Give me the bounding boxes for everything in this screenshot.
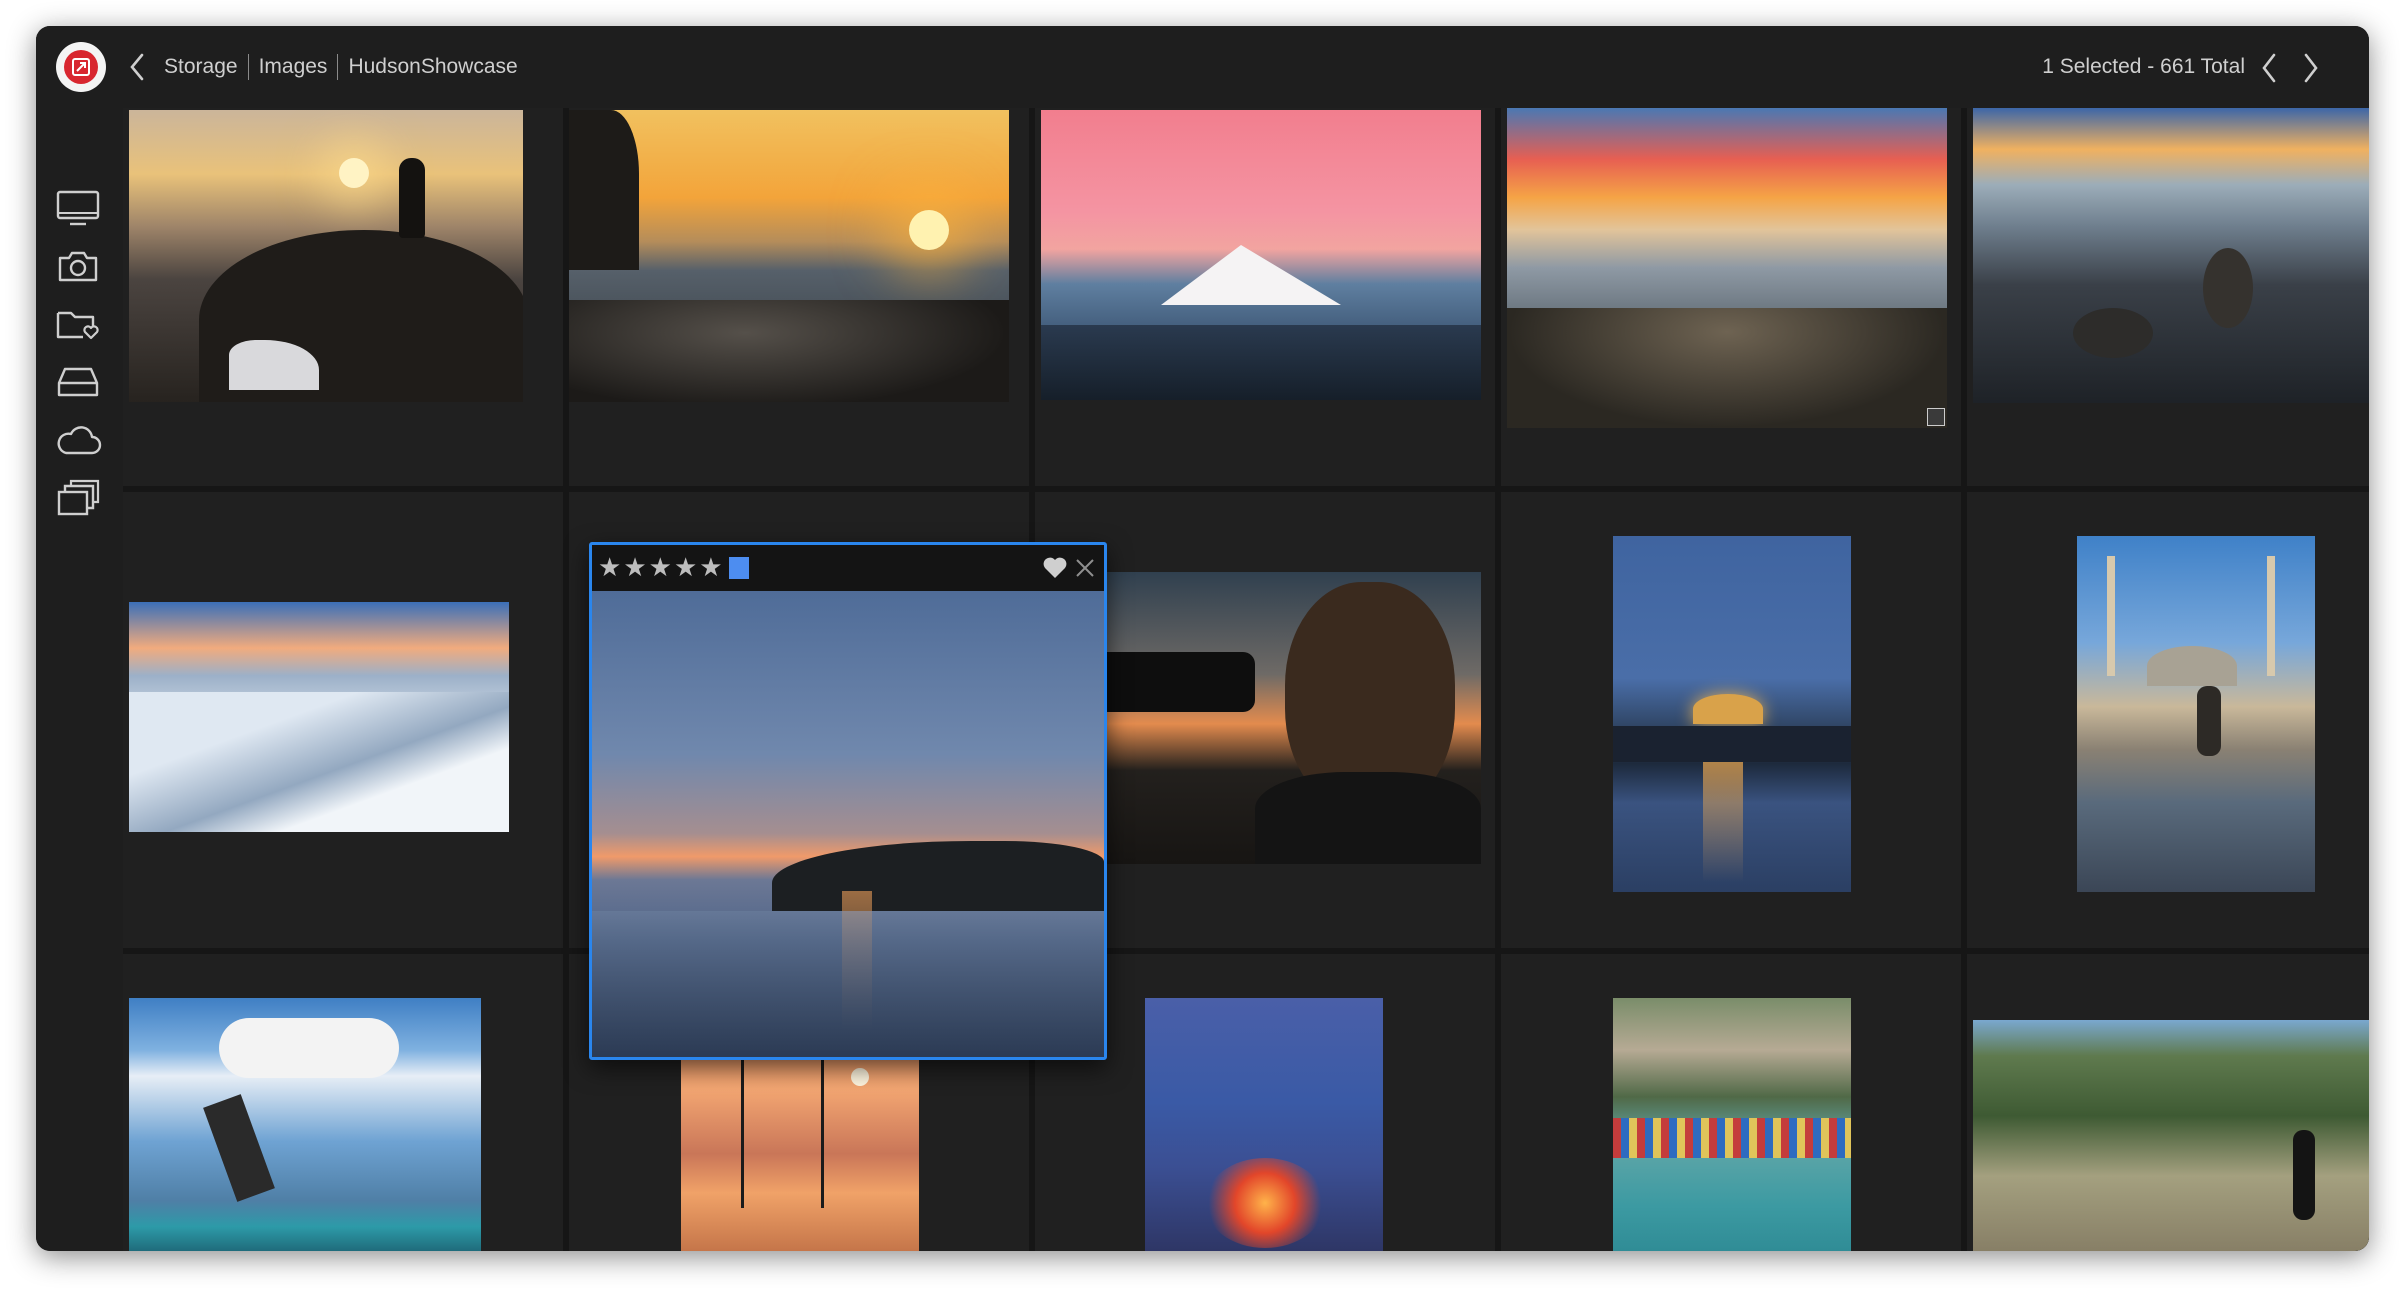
thumbnail-kitesurfer[interactable] [129, 998, 481, 1251]
grid-cell [1967, 954, 2369, 1251]
grid-cell [123, 108, 563, 486]
thumbnail-snowy-mountain-ridge[interactable] [129, 602, 509, 832]
photo-grid: ★ ★ ★ ★ ★ [123, 108, 2369, 1251]
grid-cell [1501, 954, 1961, 1251]
grid-cell [569, 108, 1029, 486]
breadcrumb: Storage Images HudsonShowcase [124, 26, 518, 108]
star-icon[interactable]: ★ [598, 555, 621, 581]
thumbnail-cliff-wall-woman[interactable] [1973, 1020, 2369, 1251]
breadcrumb-item-storage[interactable]: Storage [164, 55, 238, 79]
thumbnail-amalfi-beach[interactable] [1613, 998, 1851, 1251]
thumbnail-blue-mosque-courtyard[interactable] [2077, 536, 2315, 892]
app-logo[interactable] [56, 42, 106, 92]
top-bar: Storage Images HudsonShowcase 1 Selected… [36, 26, 2369, 108]
camera-icon[interactable] [54, 246, 102, 286]
folder-heart-icon[interactable] [54, 304, 102, 344]
star-icon[interactable]: ★ [699, 555, 722, 581]
heart-icon[interactable] [1042, 556, 1068, 580]
drive-icon[interactable] [54, 362, 102, 402]
sidebar [36, 108, 123, 1251]
selected-photo-seaside-village-dusk[interactable] [592, 591, 1104, 1057]
cloud-icon[interactable] [54, 420, 102, 460]
breadcrumb-item-folder[interactable]: HudsonShowcase [348, 55, 517, 79]
thumbnail-volcano-eruption[interactable] [1145, 998, 1383, 1251]
breadcrumb-separator [337, 54, 339, 80]
logo-icon [64, 50, 98, 84]
albums-icon[interactable] [54, 478, 102, 518]
thumbnail-coastal-sunset-rocks[interactable] [569, 110, 1009, 402]
thumbnail-photographer-sunrise-cliff[interactable] [129, 110, 523, 402]
grid-cell [1501, 492, 1961, 948]
monitor-icon[interactable] [54, 188, 102, 228]
grid-cell [123, 492, 563, 948]
back-chevron-icon[interactable] [124, 47, 150, 87]
reject-x-icon[interactable] [1074, 557, 1096, 579]
thumbnail-tide-pool-rocks[interactable] [1973, 108, 2369, 403]
selected-photo-loupe[interactable]: ★ ★ ★ ★ ★ [589, 542, 1107, 1060]
rating-bar: ★ ★ ★ ★ ★ [592, 545, 1104, 591]
grid-cell [1967, 492, 2369, 948]
selection-status: 1 Selected - 661 Total [2042, 55, 2245, 78]
breadcrumb-item-images[interactable]: Images [259, 55, 328, 79]
grid-cell [123, 954, 563, 1251]
grid-cell [1501, 108, 1961, 486]
thumbnail-rocky-shore-sunset[interactable] [1507, 108, 1947, 428]
star-icon[interactable]: ★ [649, 555, 672, 581]
next-chevron-icon[interactable] [2297, 48, 2325, 88]
grid-cell [1035, 108, 1495, 486]
star-icon[interactable]: ★ [674, 555, 697, 581]
previous-chevron-icon[interactable] [2255, 48, 2283, 88]
thumbnail-istanbul-mosque-night[interactable] [1613, 536, 1851, 892]
thumbnail-mount-hood-pink-sky[interactable] [1041, 110, 1481, 400]
star-icon[interactable]: ★ [623, 555, 646, 581]
color-label-swatch[interactable] [728, 557, 749, 579]
breadcrumb-separator [247, 54, 249, 80]
grid-cell [1967, 108, 2369, 486]
app-window: Storage Images HudsonShowcase 1 Selected… [36, 26, 2369, 1251]
